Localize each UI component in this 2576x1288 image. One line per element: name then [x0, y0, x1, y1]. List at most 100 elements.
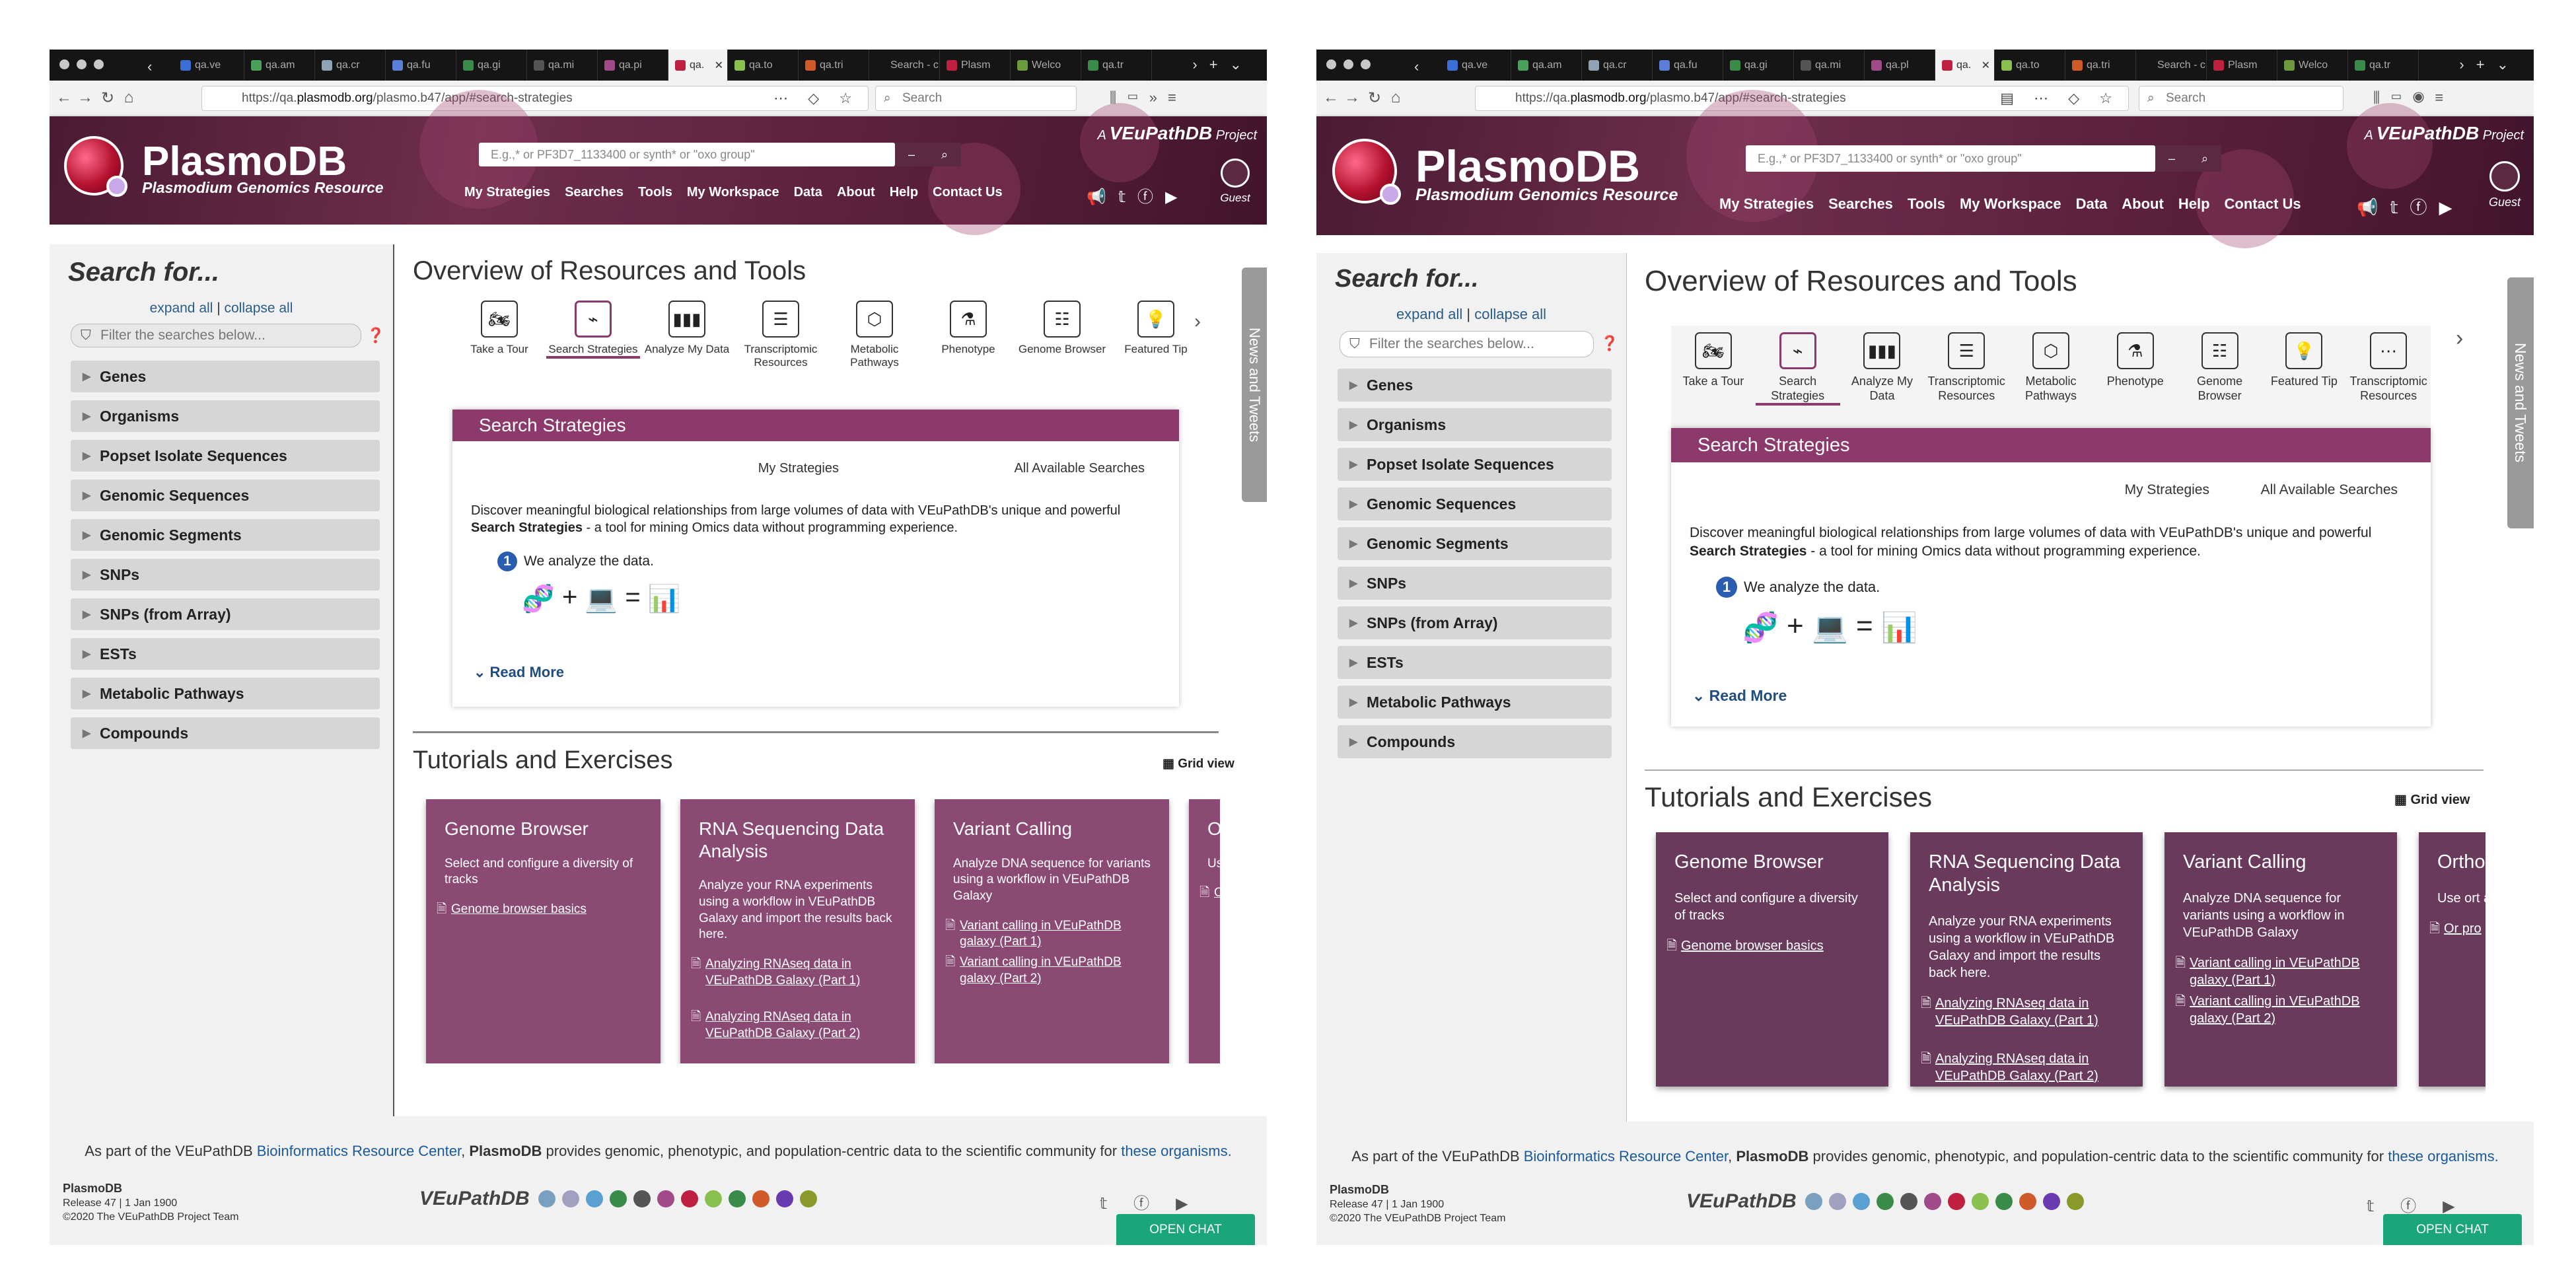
open-chat-button[interactable]: OPEN CHAT [2383, 1214, 2522, 1245]
menu-item[interactable]: My Workspace [1960, 196, 2061, 213]
menu-item[interactable]: Help [2178, 196, 2210, 213]
organism-icon[interactable] [1829, 1193, 1846, 1210]
news-and-tweets-tab[interactable]: News and Tweets [1242, 268, 1267, 502]
site-search-options-icon[interactable]: ‒ [2155, 145, 2188, 172]
browser-tab[interactable]: qa.am [244, 50, 315, 81]
sidebar-item[interactable]: ▶ Metabolic Pathways [1338, 686, 1612, 719]
tutorial-link[interactable]: 🗎 Genome browser basics [1666, 937, 1861, 954]
read-more-link[interactable]: ⌄ Read More [474, 664, 564, 681]
sidebar-item[interactable]: ▶ Popset Isolate Sequences [71, 440, 380, 472]
social-icons[interactable]: 📢𝕥ⓕ▶ [2357, 194, 2464, 219]
organism-icon[interactable] [538, 1190, 555, 1207]
grid-view-toggle[interactable]: ▦ Grid view [1163, 756, 1234, 771]
organism-icon[interactable] [1948, 1193, 1965, 1210]
close-tab-icon[interactable]: ✕ [715, 59, 723, 72]
tutorial-link[interactable]: 🗎 Analyzing RNAseq data in VEuPathDB Gala… [1921, 1050, 2115, 1085]
these-organisms-link[interactable]: these organisms. [2388, 1148, 2499, 1164]
tool-flask[interactable]: ⚗ Phenotype [2093, 332, 2178, 406]
tutorial-link[interactable]: 🗎 Analyzing RNAseq data in VEuPathDB Gala… [691, 1009, 887, 1042]
reload-icon[interactable]: ↻ [98, 89, 117, 108]
organism-icon[interactable] [752, 1190, 769, 1207]
tutorial-link[interactable]: 🗎 Analyzing RNAseq data in VEuPathDB Gala… [1921, 995, 2115, 1029]
menu-item[interactable]: About [837, 185, 875, 200]
browser-tab[interactable]: qa.am [1511, 50, 1582, 81]
sidebar-item[interactable]: ▶ ESTs [1338, 646, 1612, 679]
browser-tab[interactable]: qa.tri [2065, 50, 2136, 81]
tool-strategy[interactable]: ⌁ Search Strategies [546, 301, 640, 370]
tool-sliders[interactable]: ☷ Genome Browser [1015, 301, 1109, 370]
brc-link[interactable]: Bioinformatics Resource Center [1524, 1148, 1728, 1164]
organism-icon[interactable] [610, 1190, 627, 1207]
sidebar-item[interactable]: ▶ Metabolic Pathways [71, 678, 380, 709]
home-icon[interactable]: ⌂ [1386, 89, 1405, 107]
organism-icon[interactable] [800, 1190, 817, 1207]
browser-search-input[interactable]: ⌕ Search [875, 86, 1077, 111]
sidebar-item[interactable]: ▶ SNPs [71, 559, 380, 590]
browser-tab[interactable]: qa.fu [386, 50, 456, 81]
footer-social-icons[interactable]: 𝕥ⓕ▶ [2367, 1193, 2482, 1216]
site-brand[interactable]: PlasmoDB Plasmodium Genomics Resource [142, 141, 384, 196]
tutorial-card[interactable]: Variant Calling Analyze DNA sequence for … [935, 799, 1169, 1063]
sidebar-item[interactable]: ▶ Popset Isolate Sequences [1338, 448, 1612, 481]
tab-scroll-left-icon[interactable]: ‹ [147, 58, 152, 75]
tool-motorcycle[interactable]: 🏍 Take a Tour [1671, 332, 1756, 406]
sidebar-item[interactable]: ▶ Genomic Segments [1338, 527, 1612, 560]
browser-tab[interactable]: qa.tri [799, 50, 869, 81]
menu-item[interactable]: Searches [565, 185, 624, 200]
browser-tab[interactable]: qa. ✕ [668, 50, 728, 81]
browser-tab[interactable]: qa.cr [315, 50, 386, 81]
veupathdb-project-link[interactable]: A VEuPathDB Project [2364, 123, 2524, 144]
open-chat-button[interactable]: OPEN CHAT [1116, 1214, 1255, 1245]
read-more-link[interactable]: ⌄ Read More [1692, 687, 1787, 705]
sidebar-filter-input[interactable]: ⛉ Filter the searches below... [71, 324, 361, 347]
organism-icon[interactable] [681, 1190, 698, 1207]
sidebar-filter-input[interactable]: ⛉ Filter the searches below... [1340, 331, 1594, 357]
site-search-options-icon[interactable]: ‒ [895, 143, 928, 166]
veupathdb-project-link[interactable]: A VEuPathDB Project [1097, 123, 1257, 144]
plasmodb-logo-icon[interactable] [1332, 139, 1401, 205]
organism-icon[interactable] [562, 1190, 579, 1207]
expand-all-link[interactable]: expand all [150, 301, 213, 316]
site-brand[interactable]: PlasmoDB Plasmodium Genomics Resource [1415, 144, 1678, 203]
organism-icon[interactable] [657, 1190, 674, 1207]
sidebar-item[interactable]: ▶ Compounds [71, 717, 380, 749]
tool-bar-chart[interactable]: ▮▮▮ Analyze My Data [640, 301, 734, 370]
tutorial-link[interactable]: 🗎 Variant calling in VEuPathDB galaxy (Pa… [945, 954, 1141, 987]
browser-tab[interactable]: qa.to [728, 50, 799, 81]
browser-tab[interactable]: qa.pi [598, 50, 668, 81]
menu-item[interactable]: Data [2076, 196, 2108, 213]
site-search-submit-icon[interactable]: ⌕ [928, 143, 961, 166]
menu-item[interactable]: Contact Us [933, 185, 1003, 200]
tutorial-card[interactable]: Genome Browser Select and configure a div… [1656, 832, 1888, 1087]
browser-tab[interactable]: Search - c [2136, 50, 2207, 81]
browser-tab[interactable]: qa.mi [527, 50, 598, 81]
all-available-searches-link[interactable]: All Available Searches [2261, 482, 2398, 498]
organism-icon[interactable] [1877, 1193, 1894, 1210]
tool-hexagon[interactable]: ⬡ Metabolic Pathways [2009, 332, 2093, 406]
guest-account[interactable]: Guest [1215, 159, 1255, 205]
sidebar-item[interactable]: ▶ Organisms [71, 400, 380, 432]
organism-icon[interactable] [705, 1190, 722, 1207]
browser-tab[interactable]: qa.fu [1653, 50, 1723, 81]
menu-item[interactable]: Data [794, 185, 822, 200]
veupathdb-logo[interactable]: VEuPathDB [419, 1188, 530, 1210]
tutorial-link[interactable]: 🗎 Variant calling in VEuPathDB galaxy (Pa… [945, 918, 1141, 950]
tutorial-link[interactable]: 🗎 Variant calling in VEuPathDB galaxy (Pa… [2175, 954, 2369, 989]
grid-view-toggle[interactable]: ▦ Grid view [2394, 791, 2470, 808]
tool-flask[interactable]: ⚗ Phenotype [921, 301, 1015, 370]
site-search-input[interactable]: E.g.,* or PF3D7_1133400 or synth* or "ox… [1746, 145, 2155, 172]
veupathdb-logo[interactable]: VEuPathDB [1686, 1190, 1797, 1213]
my-strategies-link[interactable]: My Strategies [758, 461, 839, 476]
tutorial-card[interactable]: RNA Sequencing Data Analysis Analyze your… [1910, 832, 2143, 1087]
browser-tab[interactable]: qa.ve [174, 50, 244, 81]
sidebar-item[interactable]: ▶ Genes [1338, 369, 1612, 402]
collapse-all-link[interactable]: collapse all [225, 301, 293, 316]
menu-item[interactable]: My Strategies [464, 185, 550, 200]
url-bar[interactable]: https://qa.plasmodb.org/plasmo.b47/app/#… [201, 86, 869, 111]
tab-overflow-controls[interactable]: ›+⌄ [2459, 56, 2521, 73]
browser-tab[interactable]: qa.cr [1582, 50, 1653, 81]
tool-list[interactable]: ☰ Transcriptomic Resources [734, 301, 828, 370]
sidebar-item[interactable]: ▶ SNPs [1338, 567, 1612, 600]
back-icon[interactable]: ← [1322, 89, 1340, 107]
tutorial-card[interactable]: RNA Sequencing Data Analysis Analyze your… [680, 799, 915, 1063]
